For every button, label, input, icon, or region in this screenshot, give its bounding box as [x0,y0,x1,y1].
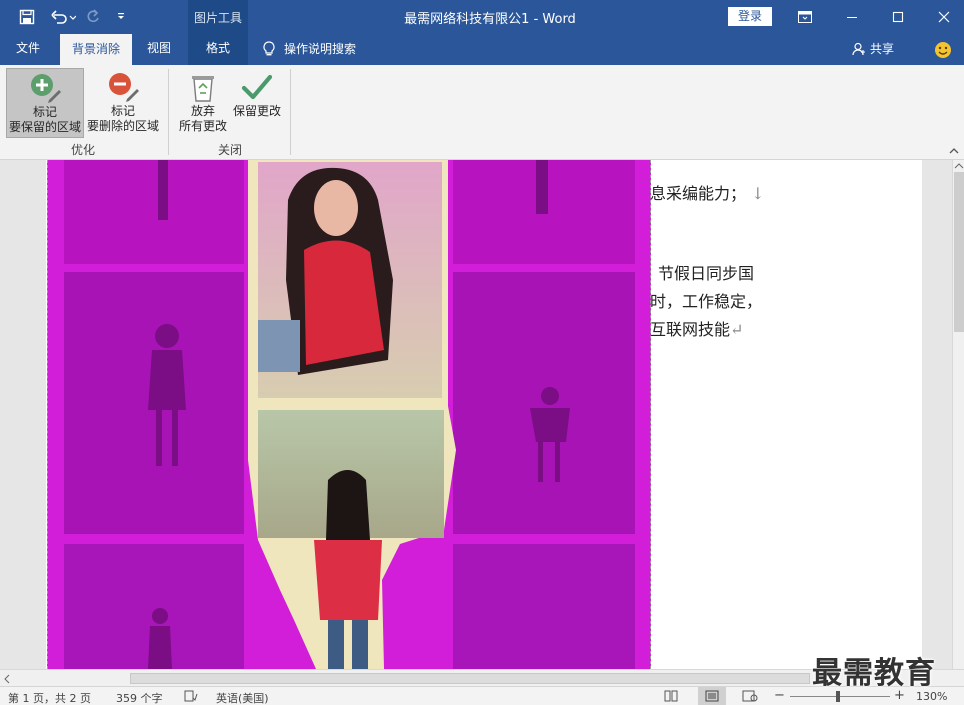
word-count[interactable]: 359 个字 [116,690,163,705]
group-separator [290,69,291,155]
read-mode-icon[interactable] [664,690,678,702]
redo-icon[interactable] [82,6,104,28]
discard-all-changes-button[interactable]: 放弃 所有更改 [176,68,230,138]
tab-file[interactable]: 文件 [4,34,52,65]
save-icon[interactable] [16,6,38,28]
share-label: 共享 [870,42,895,56]
document-text-line: 时，工作稳定， [650,292,763,311]
login-button[interactable]: 登录 [728,7,772,26]
plus-pencil-icon [31,74,61,103]
background-removal-image[interactable] [47,160,651,669]
scroll-up-icon[interactable] [954,162,964,170]
vertical-scrollbar[interactable] [952,160,964,669]
print-layout-button[interactable] [698,687,726,705]
tab-format[interactable]: 格式 [188,34,248,65]
maximize-icon[interactable] [884,4,912,30]
title-bar: 图片工具 最需网络科技有限公1 - Word 登录 [0,0,964,34]
picture-tools-label: 图片工具 [193,11,242,25]
recycle-bin-icon [192,76,214,102]
picture-tools-context-group: 图片工具 [188,0,248,34]
window-title: 最需网络科技有限公1 - Word [404,12,576,27]
close-icon[interactable] [930,4,958,30]
mark-remove-line2: 要删除的区域 [86,119,159,133]
document-text-line: 节假日同步国 [658,264,755,283]
paragraph-mark: ↵ [730,320,744,339]
mark-keep-line2: 要保留的区域 [8,120,81,134]
mark-remove-line1: 标记 [110,104,135,118]
document-page[interactable]: 息采编能力； ↓ 节假日同步国 时，工作稳定， 互联网技能↵ [46,160,922,669]
ribbon-tab-row: 文件 背景消除 视图 格式 操作说明搜索 共享 [0,34,964,65]
tab-view[interactable]: 视图 [136,34,182,65]
document-text-line: 互联网技能↵ [650,316,743,340]
keep-changes-label: 保留更改 [232,104,281,118]
vertical-scroll-thumb[interactable] [954,172,964,332]
print-layout-icon [705,690,719,702]
zoom-out-button[interactable]: − [774,688,785,703]
zoom-slider-thumb[interactable] [836,691,840,702]
lightbulb-icon [263,40,275,55]
language-status[interactable]: 英语(美国) [216,690,269,705]
tell-me-search[interactable]: 操作说明搜索 [262,40,356,57]
zoom-slider[interactable] [790,691,890,702]
collapse-ribbon-icon[interactable] [948,145,960,157]
document-text-line: 息采编能力； ↓ [650,180,765,204]
person-icon [852,42,865,55]
mark-keep-line1: 标记 [32,105,57,119]
smiley-feedback-icon[interactable] [934,41,952,59]
group-label-refine: 优化 [70,143,95,157]
watermark-text: 最需教育 [812,656,936,691]
scroll-left-icon[interactable] [3,674,11,684]
customize-quick-access-icon[interactable] [110,6,132,28]
undo-icon[interactable] [48,6,78,28]
page-count[interactable]: 第 1 页，共 2 页 [8,690,91,705]
line-break-mark: ↓ [751,184,765,203]
document-text: 互联网技能 [650,320,731,339]
discard-line1: 放弃 [190,104,215,118]
group-separator [168,69,169,155]
proofing-icon[interactable] [184,690,198,702]
document-area: 息采编能力； ↓ 节假日同步国 时，工作稳定， 互联网技能↵ [0,160,952,669]
mark-areas-to-keep-button[interactable]: 标记 要保留的区域 [6,68,84,138]
tab-background-removal[interactable]: 背景消除 [60,34,132,65]
minus-pencil-icon [109,73,139,102]
mark-areas-to-remove-button[interactable]: 标记 要删除的区域 [86,68,160,138]
ribbon-display-options-icon[interactable] [791,4,819,30]
web-layout-icon[interactable] [742,690,758,702]
share-button[interactable]: 共享 [852,40,894,57]
tell-me-label: 操作说明搜索 [284,42,357,56]
horizontal-scroll-thumb[interactable] [130,673,810,684]
group-label-close: 关闭 [217,143,242,157]
minimize-icon[interactable] [838,4,866,30]
keep-changes-button[interactable]: 保留更改 [230,68,284,138]
ribbon: 标记 要保留的区域 标记 要删除的区域 优化 放弃 所有更改 保留更改 关闭 [0,65,964,160]
discard-line2: 所有更改 [178,119,227,133]
document-text: 息采编能力； [650,184,747,203]
checkmark-icon [241,74,273,100]
